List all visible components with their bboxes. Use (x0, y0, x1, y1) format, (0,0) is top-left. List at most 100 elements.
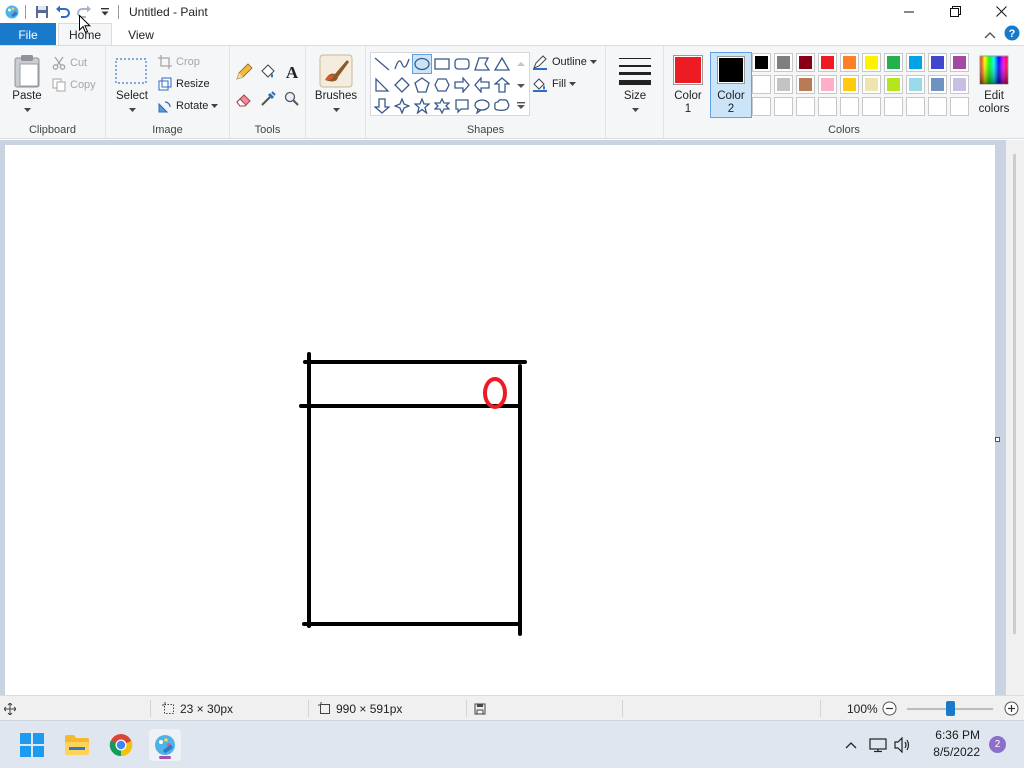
tab-file[interactable]: File (0, 23, 56, 46)
system-clock[interactable]: 6:36 PM 8/5/2022 (933, 727, 980, 761)
custom-color-slot[interactable] (752, 97, 771, 116)
palette-swatch[interactable] (928, 75, 947, 94)
fill-icon[interactable] (258, 62, 278, 82)
shapes-scroll-down-icon[interactable] (517, 78, 525, 92)
cut-button[interactable]: Cut (52, 53, 87, 73)
outline-button[interactable]: Outline (532, 52, 597, 72)
undo-icon[interactable] (54, 3, 72, 21)
paint-taskbar-button[interactable] (149, 729, 181, 761)
text-icon[interactable]: A (282, 62, 302, 82)
palette-swatch[interactable] (884, 75, 903, 94)
customize-toolbar-icon[interactable] (96, 3, 114, 21)
palette-swatch[interactable] (796, 53, 815, 72)
minimize-button[interactable] (886, 0, 932, 23)
right-triangle-shape-icon[interactable] (372, 75, 392, 95)
drawing-canvas[interactable] (5, 145, 995, 695)
palette-swatch[interactable] (950, 75, 969, 94)
palette-swatch[interactable] (752, 75, 771, 94)
palette-swatch[interactable] (950, 53, 969, 72)
six-point-star-shape-icon[interactable] (432, 96, 452, 116)
canvas-resize-handle[interactable] (995, 437, 1000, 442)
volume-icon[interactable] (893, 735, 913, 755)
eraser-icon[interactable] (234, 89, 254, 109)
custom-color-slot[interactable] (928, 97, 947, 116)
cloud-callout-shape-icon[interactable] (492, 96, 512, 116)
palette-swatch[interactable] (752, 53, 771, 72)
oval-shape-icon[interactable] (412, 54, 432, 74)
palette-swatch[interactable] (906, 53, 925, 72)
zoom-out-button[interactable] (882, 696, 897, 721)
custom-color-slot[interactable] (818, 97, 837, 116)
tab-view[interactable]: View (118, 23, 164, 46)
file-explorer-button[interactable] (61, 729, 93, 761)
custom-color-slot[interactable] (840, 97, 859, 116)
palette-swatch[interactable] (840, 75, 859, 94)
collapse-ribbon-icon[interactable] (984, 28, 996, 42)
four-point-star-shape-icon[interactable] (392, 96, 412, 116)
chrome-button[interactable] (105, 729, 137, 761)
up-arrow-shape-icon[interactable] (492, 75, 512, 95)
paint-app-icon[interactable] (3, 3, 21, 21)
custom-color-slot[interactable] (906, 97, 925, 116)
custom-color-slot[interactable] (862, 97, 881, 116)
pentagon-shape-icon[interactable] (412, 75, 432, 95)
show-hidden-icons-button[interactable] (841, 735, 861, 755)
palette-swatch[interactable] (774, 75, 793, 94)
polygon-shape-icon[interactable] (472, 54, 492, 74)
oval-callout-shape-icon[interactable] (472, 96, 492, 116)
five-point-star-shape-icon[interactable] (412, 96, 432, 116)
diamond-shape-icon[interactable] (392, 75, 412, 95)
crop-button[interactable]: Crop (158, 52, 200, 72)
color-picker-icon[interactable] (258, 89, 278, 109)
resize-button[interactable]: Resize (158, 74, 210, 94)
zoom-slider-thumb[interactable] (946, 701, 955, 716)
fill-style-button[interactable]: Fill (532, 74, 577, 94)
size-button[interactable]: Size (612, 52, 658, 118)
palette-swatch[interactable] (862, 53, 881, 72)
color2-button[interactable]: Color 2 (710, 52, 752, 118)
custom-color-slot[interactable] (950, 97, 969, 116)
paste-button[interactable]: Paste (6, 52, 48, 118)
zoom-in-button[interactable] (1004, 696, 1019, 721)
custom-color-slot[interactable] (796, 97, 815, 116)
edit-colors-button[interactable]: Edit colors (974, 52, 1014, 118)
palette-swatch[interactable] (818, 53, 837, 72)
rounded-callout-shape-icon[interactable] (452, 96, 472, 116)
vertical-scrollbar[interactable] (1006, 140, 1024, 695)
color1-button[interactable]: Color 1 (668, 52, 708, 118)
palette-swatch[interactable] (928, 53, 947, 72)
palette-swatch[interactable] (840, 53, 859, 72)
hexagon-shape-icon[interactable] (432, 75, 452, 95)
start-button[interactable] (16, 729, 48, 761)
copy-button[interactable]: Copy (52, 75, 96, 95)
left-arrow-shape-icon[interactable] (472, 75, 492, 95)
save-icon[interactable] (33, 3, 51, 21)
shapes-scroll-up-icon[interactable] (517, 56, 525, 70)
close-button[interactable] (978, 0, 1024, 23)
magnifier-icon[interactable] (282, 89, 302, 109)
pencil-icon[interactable] (234, 62, 254, 82)
custom-color-slot[interactable] (884, 97, 903, 116)
custom-color-slot[interactable] (774, 97, 793, 116)
palette-swatch[interactable] (796, 75, 815, 94)
triangle-shape-icon[interactable] (492, 54, 512, 74)
notification-badge[interactable]: 2 (989, 736, 1006, 753)
scrollbar-thumb[interactable] (1013, 154, 1016, 634)
palette-swatch[interactable] (774, 53, 793, 72)
zoom-slider[interactable] (907, 696, 993, 721)
brushes-button[interactable]: Brushes (312, 52, 360, 118)
shapes-expand-icon[interactable] (517, 99, 525, 113)
network-icon[interactable] (868, 735, 888, 755)
down-arrow-shape-icon[interactable] (372, 96, 392, 116)
help-icon[interactable]: ? (1004, 25, 1020, 44)
palette-swatch[interactable] (818, 75, 837, 94)
maximize-button[interactable] (932, 0, 978, 23)
palette-swatch[interactable] (906, 75, 925, 94)
line-shape-icon[interactable] (372, 54, 392, 74)
right-arrow-shape-icon[interactable] (452, 75, 472, 95)
curve-shape-icon[interactable] (392, 54, 412, 74)
rounded-rectangle-shape-icon[interactable] (452, 54, 472, 74)
palette-swatch[interactable] (862, 75, 881, 94)
palette-swatch[interactable] (884, 53, 903, 72)
rectangle-shape-icon[interactable] (432, 54, 452, 74)
